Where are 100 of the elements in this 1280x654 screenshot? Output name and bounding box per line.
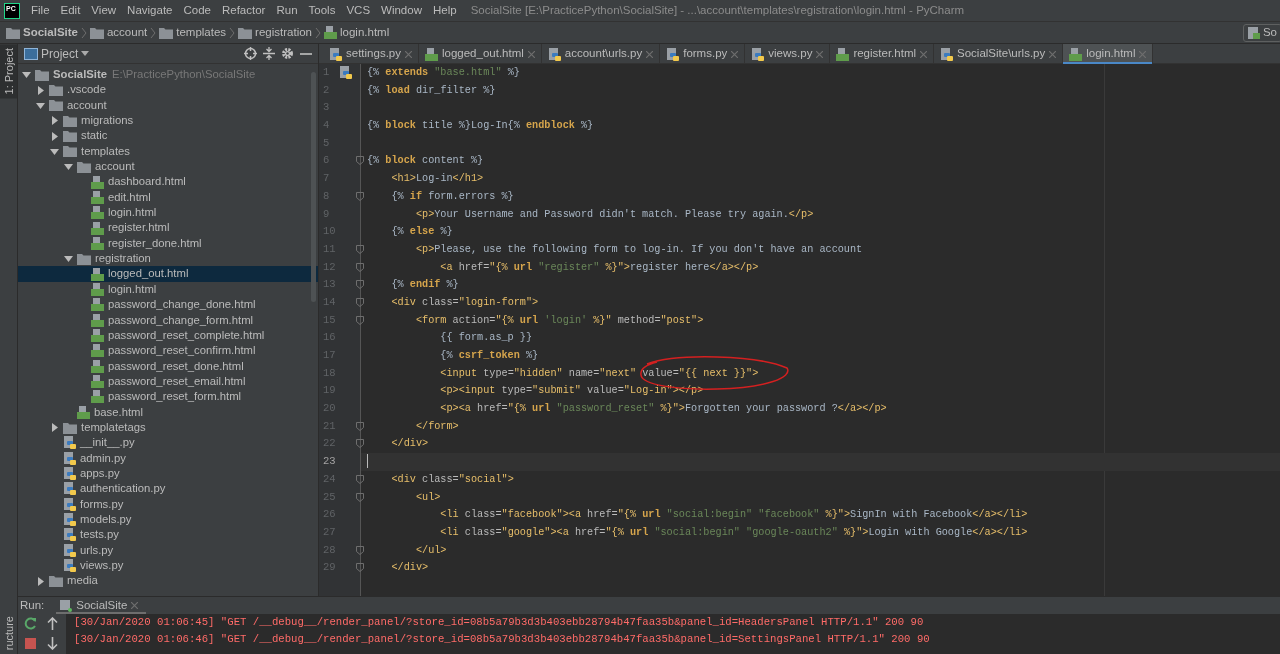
- tree-item[interactable]: login.html: [18, 205, 318, 221]
- close-icon[interactable]: [1139, 50, 1147, 58]
- tree-item[interactable]: password_reset_confirm.html: [18, 343, 318, 359]
- close-icon[interactable]: [731, 50, 739, 58]
- tool-window-tab[interactable]: 1: Project: [0, 44, 17, 99]
- close-icon[interactable]: [1049, 50, 1057, 58]
- menu-item[interactable]: Window: [381, 1, 422, 20]
- code-line: {% block title %}Log-In{% endblock %}: [367, 120, 594, 132]
- tool-window-tab[interactable]: ructure: [0, 611, 17, 654]
- tree-item[interactable]: password_reset_complete.html: [18, 327, 318, 344]
- tree-item[interactable]: admin.py: [18, 450, 318, 466]
- fold-marker-icon[interactable]: [356, 492, 364, 502]
- settings-icon[interactable]: [281, 47, 294, 60]
- run-tab[interactable]: SocialSite: [56, 597, 147, 614]
- close-icon[interactable]: [816, 50, 824, 58]
- tree-item[interactable]: templates: [18, 143, 318, 160]
- close-icon[interactable]: [920, 50, 928, 58]
- target-icon[interactable]: [244, 47, 257, 60]
- tree-item[interactable]: account: [18, 159, 318, 175]
- tree-item[interactable]: media: [18, 573, 318, 589]
- fold-marker-icon[interactable]: [356, 191, 364, 201]
- collapsed-arrow-icon[interactable]: [36, 576, 45, 586]
- fold-marker-icon[interactable]: [356, 315, 364, 325]
- tree-item[interactable]: dashboard.html: [18, 174, 318, 190]
- tree-item[interactable]: password_reset_email.html: [18, 373, 318, 390]
- editor-tab[interactable]: register.html: [830, 44, 935, 64]
- folder-icon: [49, 84, 63, 96]
- expanded-arrow-icon[interactable]: [22, 70, 31, 80]
- menu-item[interactable]: Run: [276, 1, 298, 20]
- tree-item[interactable]: SocialSite E:\PracticePython\SocialSite: [18, 67, 318, 83]
- run-config-button[interactable]: So: [1242, 23, 1280, 42]
- breadcrumb-item[interactable]: login.html: [324, 23, 390, 42]
- menu-item[interactable]: Help: [432, 1, 457, 20]
- tree-item[interactable]: edit.html: [18, 189, 318, 206]
- editor-tab[interactable]: forms.py: [660, 44, 746, 64]
- fold-marker-icon[interactable]: [356, 280, 364, 290]
- tree-item[interactable]: register.html: [18, 220, 318, 236]
- menu-item[interactable]: Edit: [60, 1, 81, 20]
- menu-item[interactable]: File: [31, 1, 50, 20]
- collapsed-arrow-icon[interactable]: [36, 85, 45, 95]
- tree-item[interactable]: account: [18, 97, 318, 114]
- editor-tab[interactable]: logged_out.html: [419, 44, 542, 64]
- tree-item[interactable]: password_change_form.html: [18, 312, 318, 328]
- tree-item[interactable]: password_change_done.html: [18, 297, 318, 313]
- collapse-icon[interactable]: [263, 47, 275, 60]
- tree-item[interactable]: templatetags: [18, 419, 318, 436]
- expanded-arrow-icon[interactable]: [36, 100, 45, 110]
- tree-item[interactable]: logged_out.html: [18, 266, 318, 282]
- scrollbar[interactable]: [311, 72, 316, 302]
- fold-marker-icon[interactable]: [356, 545, 364, 555]
- fold-marker-icon[interactable]: [356, 563, 364, 573]
- tree-item[interactable]: .vscode: [18, 82, 318, 98]
- menu-item[interactable]: Refactor: [221, 1, 266, 20]
- up-arrow-icon[interactable]: [47, 617, 58, 630]
- fold-marker-icon[interactable]: [356, 244, 364, 254]
- close-icon[interactable]: [527, 50, 535, 58]
- tree-item[interactable]: base.html: [18, 404, 318, 420]
- fold-marker-icon[interactable]: [356, 156, 364, 166]
- editor-tab[interactable]: login.html: [1063, 44, 1154, 64]
- down-arrow-icon[interactable]: [47, 637, 58, 650]
- editor-tab[interactable]: views.py: [745, 44, 831, 64]
- close-icon[interactable]: [131, 602, 139, 609]
- fold-marker-icon[interactable]: [356, 421, 364, 431]
- breadcrumb-item[interactable]: SocialSite: [6, 23, 78, 42]
- editor-tab[interactable]: account\urls.py: [541, 44, 661, 64]
- tree-item[interactable]: tests.py: [18, 527, 318, 543]
- tree-item[interactable]: models.py: [18, 511, 318, 528]
- rerun-icon[interactable]: [24, 617, 37, 630]
- tree-item[interactable]: __init__.py: [18, 435, 318, 451]
- tree-item[interactable]: registration: [18, 251, 318, 267]
- fold-marker-icon[interactable]: [356, 474, 364, 484]
- tree-item[interactable]: apps.py: [18, 465, 318, 482]
- menu-item[interactable]: View: [91, 1, 117, 20]
- tree-item[interactable]: password_reset_done.html: [18, 358, 318, 374]
- fold-marker-icon[interactable]: [356, 297, 364, 307]
- fold-marker-icon[interactable]: [356, 262, 364, 272]
- breadcrumb-item[interactable]: account: [89, 23, 148, 42]
- tree-item[interactable]: authentication.py: [18, 481, 318, 497]
- tree-item[interactable]: migrations: [18, 113, 318, 129]
- menu-item[interactable]: Code: [183, 1, 211, 20]
- tree-item[interactable]: static: [18, 128, 318, 144]
- collapsed-arrow-icon[interactable]: [50, 423, 59, 433]
- tree-item[interactable]: urls.py: [18, 542, 318, 558]
- close-icon[interactable]: [646, 50, 654, 58]
- stop-icon[interactable]: [24, 637, 37, 650]
- tree-item[interactable]: register_done.html: [18, 235, 318, 252]
- tree-item[interactable]: password_reset_form.html: [18, 389, 318, 405]
- breadcrumb-item[interactable]: registration: [238, 23, 312, 42]
- menu-item[interactable]: Tools: [308, 1, 336, 20]
- code-line: <a href="{% url "register" %}">register here</a></p>: [439, 261, 759, 273]
- menu-item[interactable]: VCS: [346, 1, 371, 20]
- tree-item[interactable]: views.py: [18, 558, 318, 574]
- tree-item[interactable]: login.html: [18, 281, 318, 298]
- breadcrumb-item[interactable]: templates: [159, 23, 227, 42]
- fold-marker-icon[interactable]: [356, 439, 364, 449]
- view-dropdown[interactable]: Project: [41, 44, 90, 63]
- expanded-arrow-icon[interactable]: [64, 254, 73, 264]
- menu-item[interactable]: Navigate: [127, 1, 173, 20]
- tree-item[interactable]: forms.py: [18, 496, 318, 512]
- close-icon[interactable]: [405, 50, 412, 58]
